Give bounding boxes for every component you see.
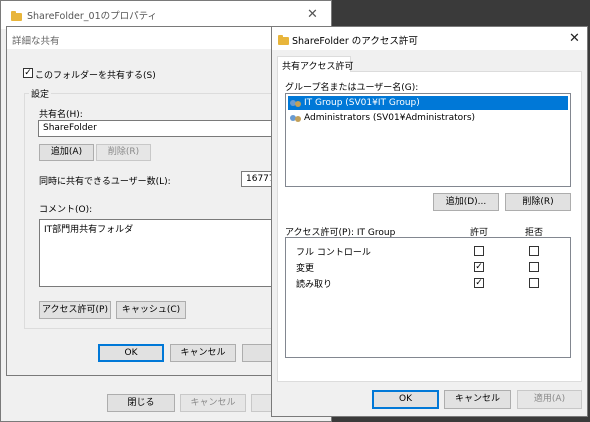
user-limit-label: 同時に共有できるユーザー数(L): <box>39 177 171 187</box>
permissions-apply-button[interactable]: 適用(A) <box>517 390 582 409</box>
group-name: Administrators (SV01¥Administrators) <box>304 113 476 123</box>
groups-list[interactable]: IT Group (SV01¥IT Group) Administrators … <box>285 93 571 187</box>
permissions-cancel-button[interactable]: キャンセル <box>444 390 511 409</box>
group-name: IT Group (SV01¥IT Group) <box>304 98 420 108</box>
remove-share-button[interactable]: 削除(R) <box>96 144 151 161</box>
close-icon[interactable]: ✕ <box>569 32 580 45</box>
permissions-button[interactable]: アクセス許可(P) <box>39 301 111 319</box>
permission-change: 変更 <box>296 264 315 274</box>
group-icon <box>290 98 302 108</box>
advanced-sharing-title: 詳細な共有 <box>12 36 60 47</box>
group-row-administrators[interactable]: Administrators (SV01¥Administrators) <box>288 111 568 125</box>
tab-share-permissions[interactable]: 共有アクセス許可 <box>277 56 354 72</box>
group-row-it-group[interactable]: IT Group (SV01¥IT Group) <box>288 96 568 110</box>
add-share-button[interactable]: 追加(A) <box>39 144 94 161</box>
properties-title: ShareFolder_01のプロパティ <box>27 11 158 22</box>
add-group-button[interactable]: 追加(D)... <box>433 193 499 211</box>
tab-share-permissions-label: 共有アクセス許可 <box>282 62 354 72</box>
caching-button[interactable]: キャッシュ(C) <box>116 301 186 319</box>
permissions-dialog: ShareFolder のアクセス許可 ✕ 共有アクセス許可 グループ名またはユ… <box>271 26 588 417</box>
deny-full-control-checkbox[interactable] <box>529 246 539 256</box>
settings-group-label: 設定 <box>29 87 52 100</box>
allow-change-checkbox[interactable]: ✓ <box>474 262 484 272</box>
close-icon[interactable]: ✕ <box>307 8 318 21</box>
groups-label: グループ名またはユーザー名(G): <box>285 83 419 93</box>
allow-full-control-checkbox[interactable] <box>474 246 484 256</box>
permission-full-control: フル コントロール <box>296 248 371 258</box>
deny-read-checkbox[interactable] <box>529 278 539 288</box>
properties-titlebar[interactable]: ShareFolder_01のプロパティ ✕ <box>1 1 331 29</box>
advanced-ok-button[interactable]: OK <box>98 344 164 362</box>
permissions-title: ShareFolder のアクセス許可 <box>292 36 418 47</box>
permissions-list: フル コントロール 変更 ✓ 読み取り ✓ <box>285 237 571 358</box>
permissions-ok-button[interactable]: OK <box>372 390 439 409</box>
folder-icon <box>278 35 289 45</box>
group-icon <box>290 113 302 123</box>
remove-group-button[interactable]: 削除(R) <box>505 193 571 211</box>
close-button[interactable]: 閉じる <box>107 394 175 412</box>
allow-read-checkbox[interactable]: ✓ <box>474 278 484 288</box>
share-name-label: 共有名(H): <box>39 110 83 120</box>
comment-label: コメント(O): <box>39 205 93 215</box>
folder-icon <box>11 11 22 21</box>
deny-change-checkbox[interactable] <box>529 262 539 272</box>
advanced-cancel-button[interactable]: キャンセル <box>170 344 236 362</box>
permissions-titlebar[interactable]: ShareFolder のアクセス許可 ✕ <box>272 27 587 50</box>
share-folder-checkbox[interactable]: ✓ <box>23 68 33 78</box>
permission-read: 読み取り <box>296 280 333 290</box>
properties-cancel-button[interactable]: キャンセル <box>180 394 246 412</box>
share-folder-label: このフォルダーを共有する(S) <box>35 71 156 81</box>
